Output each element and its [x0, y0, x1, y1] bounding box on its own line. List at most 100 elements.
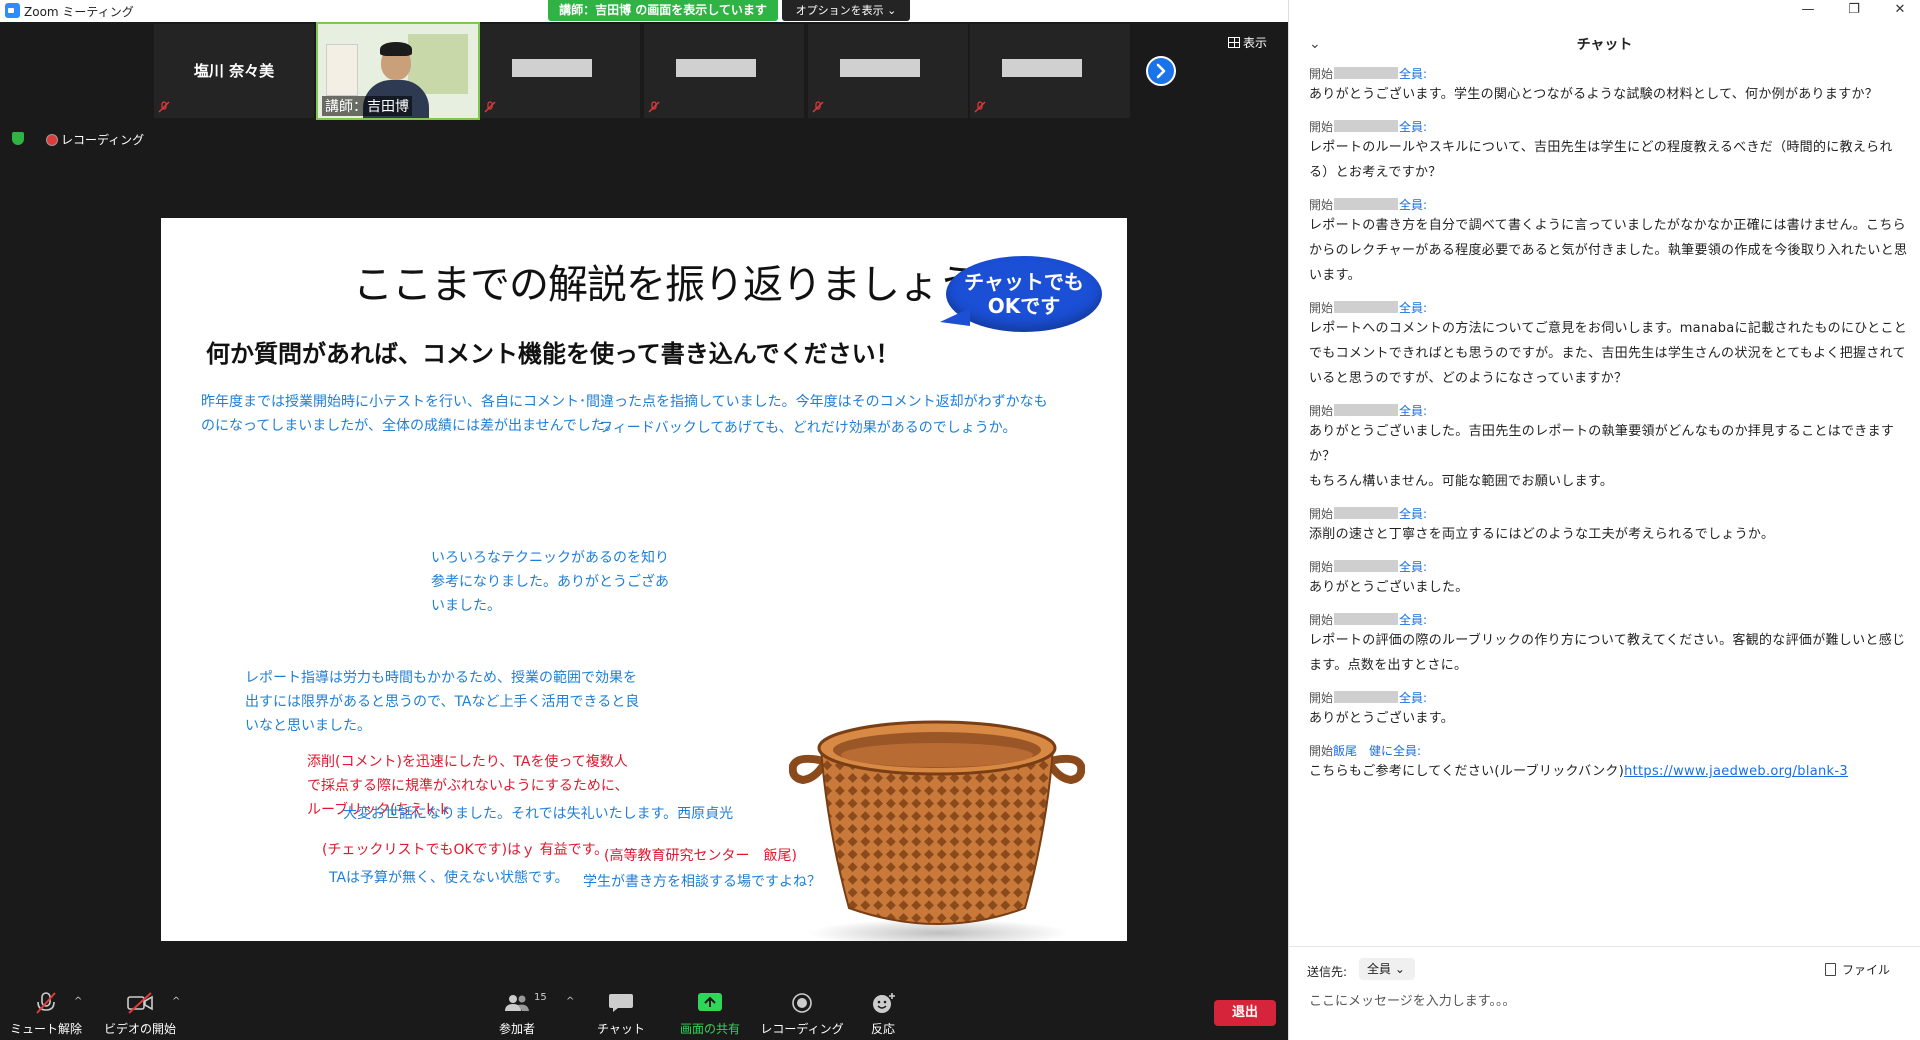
- slide-subtitle: 何か質問があれば、コメント機能を使って書き込んでください！: [206, 340, 900, 368]
- security-shield-icon[interactable]: [12, 132, 24, 145]
- next-page-button[interactable]: [1146, 56, 1176, 86]
- video-background: [326, 44, 358, 96]
- chat-message: 開始 全員: 添削の速さと丁寧さを両立するにはどのような工夫が考えられるでしょうか…: [1309, 506, 1909, 547]
- reactions-label: 反応: [870, 1022, 895, 1036]
- file-button[interactable]: ファイル: [1825, 961, 1890, 978]
- zoom-window: Zoom ミーティング 講師：吉田博 の画面を表示しています オプションを表示 …: [0, 0, 1920, 1040]
- view-button[interactable]: 表示: [1228, 34, 1267, 51]
- share-banner: 講師：吉田博 の画面を表示しています: [548, 0, 778, 21]
- unmute-label: ミュート解除: [9, 1022, 82, 1036]
- message-text: ありがとうございました。: [1309, 580, 1469, 595]
- muted-mic-icon: [812, 101, 824, 113]
- shared-slide: ここまでの解説を振り返りましょう！ チャットでも OKです 何か質問があれば、コ…: [161, 218, 1127, 941]
- participant-tile[interactable]: 塩川 奈々美: [154, 24, 314, 118]
- message-recipient[interactable]: に全員:: [1381, 744, 1421, 758]
- muted-mic-icon: [158, 101, 170, 113]
- message-recipient[interactable]: 全員:: [1399, 67, 1427, 81]
- message-prefix: 開始: [1309, 404, 1334, 418]
- redacted-sender: [1334, 507, 1399, 519]
- message-text: こちらもご参考にしてください(ルーブリックバンク)https://www.jae…: [1309, 759, 1909, 784]
- participants-caret-icon[interactable]: ^: [566, 996, 574, 1007]
- close-window-button[interactable]: ✕: [1877, 0, 1920, 22]
- annotation-note: 学生が書き方を相談する場ですよね？: [583, 874, 821, 890]
- message-header: 開始 全員:: [1309, 403, 1909, 419]
- window-title: Zoom ミーティング: [24, 5, 134, 19]
- participants-count: 15: [534, 992, 547, 1003]
- chat-label: チャット: [597, 1022, 645, 1036]
- chat-title: チャット: [1576, 37, 1633, 53]
- message-header: 開始 全員:: [1309, 506, 1909, 522]
- minimize-window-button[interactable]: —: [1785, 0, 1831, 22]
- basket-image: [789, 720, 1085, 941]
- message-recipient[interactable]: 全員:: [1399, 198, 1427, 212]
- message-recipient[interactable]: 全員:: [1399, 507, 1427, 521]
- chat-message: 開始 全員: ありがとうございました。: [1309, 559, 1909, 600]
- message-header: 開始 全員:: [1309, 300, 1909, 316]
- message-text: レポートのルールやスキルについて、吉田先生は学生にどの程度教えるべきだ（時間的に…: [1309, 140, 1893, 180]
- message-recipient[interactable]: 全員:: [1399, 404, 1427, 418]
- participants-label: 参加者: [498, 1022, 535, 1036]
- annotation-note: TAは予算が無く、使えない状態です。: [329, 870, 569, 886]
- message-prefix: 開始: [1309, 560, 1334, 574]
- participant-tile[interactable]: [644, 24, 804, 118]
- share-screen-button[interactable]: 画面の共有: [674, 992, 746, 1037]
- participant-tile-video[interactable]: 講師：吉田博: [316, 22, 480, 120]
- message-recipient[interactable]: 全員:: [1399, 691, 1427, 705]
- chat-button[interactable]: チャット: [596, 992, 646, 1037]
- message-recipient[interactable]: 全員:: [1399, 560, 1427, 574]
- message-link[interactable]: https://www.jaedweb.org/blank-3: [1624, 764, 1848, 779]
- message-header: 開始 全員:: [1309, 66, 1909, 82]
- annotation-note: レポート指導は労力も時間もかかるため、授業の範囲で効果を出すには限界があると思う…: [245, 670, 640, 734]
- reactions-button[interactable]: 反応: [860, 992, 906, 1037]
- redacted-sender: [1334, 404, 1399, 416]
- recording-dot-icon: [46, 134, 58, 146]
- meeting-toolbar: ミュート解除 ^ ビデオの開始 ^ 15 参加者 ^ チャット 画面の共有 レコ…: [0, 944, 1288, 1040]
- speech-bubble: チャットでも OKです: [940, 256, 1102, 332]
- redacted-sender: [1334, 613, 1399, 625]
- maximize-window-button[interactable]: ❐: [1831, 0, 1877, 22]
- message-prefix: 開始: [1309, 613, 1334, 627]
- message-text: レポートへのコメントの方法についてご意見をお伺いします。manabaに記載された…: [1309, 321, 1908, 386]
- start-video-button[interactable]: ビデオの開始: [98, 992, 182, 1037]
- message-text-part: こちらもご参考にしてください(ルーブリックバンク): [1309, 764, 1625, 779]
- bubble-text: チャットでも: [964, 270, 1084, 294]
- muted-mic-icon: [36, 992, 56, 1014]
- redacted-name: [1002, 59, 1082, 77]
- message-prefix: 開始: [1309, 301, 1334, 315]
- message-text: ありがとうございます。: [1309, 711, 1455, 726]
- redacted-sender: [1334, 560, 1399, 572]
- participant-tile[interactable]: [808, 24, 968, 118]
- video-options-caret-icon[interactable]: ^: [172, 996, 180, 1007]
- message-prefix: 開始: [1309, 744, 1334, 758]
- send-to-value: 全員: [1367, 962, 1392, 976]
- message-prefix: 開始: [1309, 691, 1334, 705]
- file-button-label: ファイル: [1842, 963, 1891, 977]
- muted-mic-icon: [974, 101, 986, 113]
- view-options-button[interactable]: オプションを表示 ⌄: [782, 0, 910, 21]
- redacted-name: [512, 59, 592, 77]
- participant-tile[interactable]: [480, 24, 640, 118]
- chevron-down-icon: ⌄: [1394, 962, 1405, 976]
- share-screen-icon: [698, 993, 722, 1011]
- participant-tile[interactable]: [970, 24, 1130, 118]
- send-to-dropdown[interactable]: 全員 ⌄: [1359, 958, 1415, 980]
- redacted-sender: [1334, 120, 1399, 132]
- leave-meeting-button[interactable]: 退出: [1214, 1000, 1276, 1026]
- recording-button[interactable]: レコーディング: [760, 992, 844, 1037]
- minimize-icon: —: [1801, 2, 1815, 17]
- speaker-hair: [380, 42, 412, 56]
- message-recipient[interactable]: 全員:: [1399, 301, 1427, 315]
- unmute-button[interactable]: ミュート解除: [8, 992, 84, 1037]
- chevron-right-icon: [1156, 63, 1166, 79]
- video-off-icon: [127, 992, 153, 1014]
- message-recipient[interactable]: 全員:: [1399, 613, 1427, 627]
- message-recipient[interactable]: 全員:: [1399, 120, 1427, 134]
- audio-options-caret-icon[interactable]: ^: [74, 996, 82, 1007]
- message-sender[interactable]: 飯尾 健: [1333, 744, 1381, 758]
- chevron-down-icon: ⌄: [887, 4, 897, 17]
- redacted-sender: [1334, 198, 1399, 210]
- participants-button[interactable]: 15 参加者: [492, 992, 547, 1037]
- chat-message-input[interactable]: [1307, 987, 1901, 1015]
- close-icon: ✕: [1894, 2, 1906, 17]
- chat-messages: 開始 全員: ありがとうございます。学生の関心とつながるような試験の材料として、何…: [1309, 66, 1909, 796]
